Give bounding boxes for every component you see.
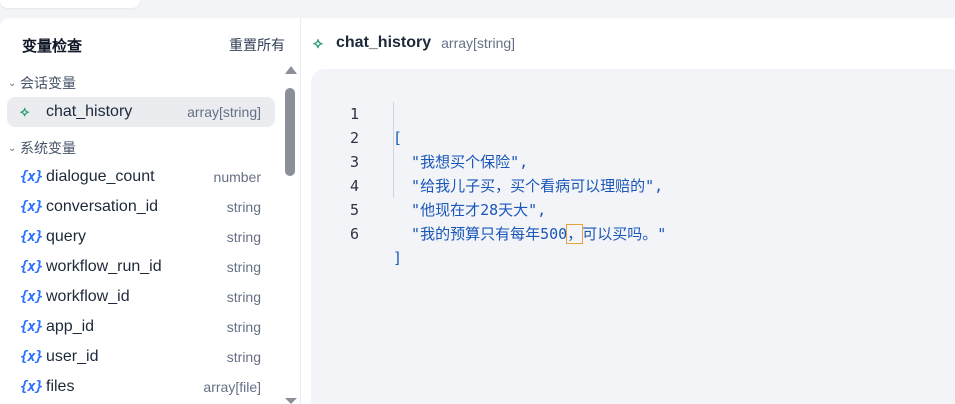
line-text: ] — [393, 249, 403, 267]
variable-type: array[string] — [187, 104, 261, 120]
variable-type: string — [226, 199, 261, 215]
variable-item-workflow-run-id[interactable]: {x} workflow_run_id string — [7, 252, 275, 282]
variable-name: query — [46, 228, 87, 245]
line-text: "给我儿子买，买个看病可以理赔的", — [393, 177, 664, 195]
code-line: 3 "给我儿子买，买个看病可以理赔的", — [311, 126, 663, 195]
variable-type: number — [213, 169, 261, 185]
variable-item-files[interactable]: {x} files array[file] — [7, 372, 275, 402]
reset-all-button[interactable]: 重置所有 — [229, 35, 285, 55]
code-area[interactable]: 1 [ 2 "我想买个保险", 3 "给我儿子买，买个看病可以理赔的", 4 "… — [311, 78, 666, 267]
scroll-down-arrow-icon[interactable] — [285, 398, 297, 404]
scrollbar-thumb[interactable] — [285, 88, 295, 176]
line-number: 6 — [349, 225, 359, 243]
variable-item-query[interactable]: {x} query string — [7, 222, 275, 252]
variable-title: chat_history — [336, 34, 432, 51]
scroll-up-arrow-icon[interactable] — [285, 66, 297, 74]
system-variable-icon: {x} — [20, 319, 43, 335]
variable-type: string — [226, 349, 261, 365]
variable-item-app-id[interactable]: {x} app_id string — [7, 312, 275, 342]
chevron-down-icon: ⌄ — [8, 142, 17, 154]
code-line: 1 [ — [311, 78, 419, 147]
variable-type: string — [226, 319, 261, 335]
sidebar: 变量检查 重置所有 ⌄ 会话变量 ⟡ chat_history array[st… — [0, 18, 301, 404]
variable-inspector-panel: 变量检查 重置所有 ⌄ 会话变量 ⟡ chat_history array[st… — [0, 18, 955, 404]
json-editor[interactable]: 1 [ 2 "我想买个保险", 3 "给我儿子买，买个看病可以理赔的", 4 "… — [311, 69, 955, 404]
system-variable-icon: {x} — [20, 349, 43, 365]
sidebar-scrollbar[interactable] — [284, 66, 297, 404]
system-variable-icon: {x} — [20, 229, 43, 245]
system-variable-icon: {x} — [20, 289, 43, 305]
variable-item-chat-history[interactable]: ⟡ chat_history array[string] — [7, 97, 275, 127]
variable-name: workflow_run_id — [46, 258, 162, 275]
variable-item-user-id[interactable]: {x} user_id string — [7, 342, 275, 372]
variable-name: user_id — [46, 348, 99, 365]
conversation-variables-group[interactable]: ⌄ 会话变量 — [8, 73, 76, 93]
variable-name: files — [46, 378, 75, 395]
group-label: 会话变量 — [20, 76, 76, 92]
variable-name: chat_history — [46, 103, 133, 120]
conversation-variable-icon: ⟡ — [20, 104, 29, 120]
code-line: 5 "我的预算只有每年500，可以买吗。" — [311, 174, 666, 244]
variable-type-label: array[string] — [441, 35, 516, 51]
sidebar-title: 变量检查 — [22, 37, 83, 55]
code-line: 4 "他现在才28天大", — [311, 150, 546, 219]
variable-item-dialogue-count[interactable]: {x} dialogue_count number — [7, 162, 275, 192]
group-label: 系统变量 — [20, 141, 76, 157]
code-line: 2 "我想买个保险", — [311, 102, 528, 171]
system-variable-icon: {x} — [20, 259, 43, 275]
variable-name: workflow_id — [46, 288, 130, 305]
top-strip — [0, 0, 955, 18]
variable-type: array[file] — [203, 379, 261, 395]
variable-type: string — [226, 259, 261, 275]
code-line: 6 ] — [311, 198, 419, 267]
system-variable-icon: {x} — [20, 379, 43, 395]
variable-name: app_id — [46, 318, 95, 335]
variable-item-conversation-id[interactable]: {x} conversation_id string — [7, 192, 275, 222]
text-cursor: ， — [566, 224, 584, 244]
system-variables-group[interactable]: ⌄ 系统变量 — [8, 138, 76, 158]
variable-header: ⟡ chat_history array[string] — [313, 34, 515, 52]
variable-name: conversation_id — [46, 198, 159, 215]
line-text: "我的预算只有每年500，可以买吗。" — [393, 222, 666, 246]
variable-detail: ⟡ chat_history array[string] 1 [ 2 "我想买个… — [301, 18, 955, 404]
variable-type: string — [226, 289, 261, 305]
top-tab[interactable] — [0, 0, 140, 8]
system-variable-icon: {x} — [20, 199, 43, 215]
app-root: 变量检查 重置所有 ⌄ 会话变量 ⟡ chat_history array[st… — [0, 0, 955, 404]
variable-name: dialogue_count — [46, 168, 155, 185]
line-text-part: 可以买吗。" — [582, 225, 667, 243]
variable-type: string — [226, 229, 261, 245]
variable-item-workflow-id[interactable]: {x} workflow_id string — [7, 282, 275, 312]
conversation-variable-icon: ⟡ — [313, 34, 323, 52]
system-variable-icon: {x} — [20, 169, 43, 185]
line-text-part: "我的预算只有每年500 — [393, 225, 568, 243]
chevron-down-icon: ⌄ — [8, 77, 17, 89]
